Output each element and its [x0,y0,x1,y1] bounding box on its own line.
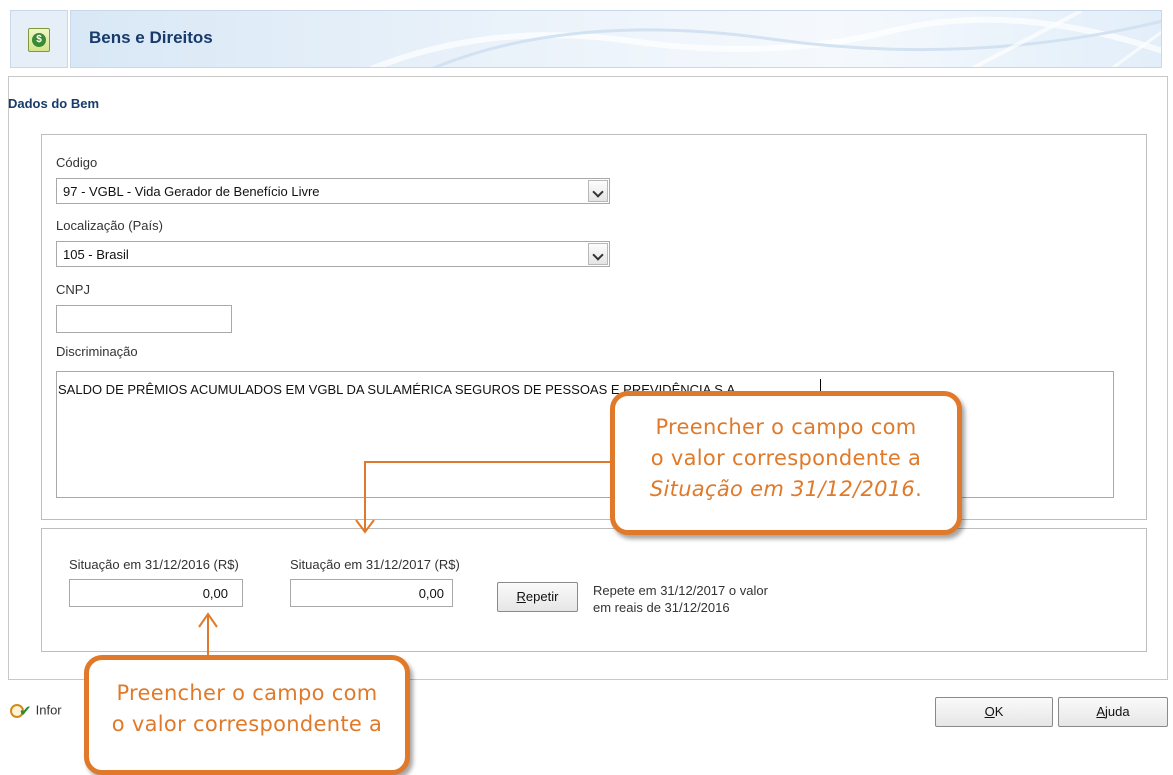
top-callout-line-2: o valor correspondente a [650,446,922,470]
top-callout-suffix: . [915,477,923,501]
top-callout-line-3: Situação em 31/12/2016 [649,477,916,501]
bottom-callout-line-1: Preencher o campo com [116,681,378,705]
callout-arrows [198,461,610,657]
top-callout-arrow [364,461,610,531]
top-annotation-callout: Preencher o campo com o valor correspond… [610,391,962,535]
top-callout-line-1: Preencher o campo com [655,415,917,439]
bottom-callout-line-2: o valor correspondente a [111,712,383,736]
bottom-annotation-callout: Preencher o campo com o valor correspond… [84,655,410,775]
